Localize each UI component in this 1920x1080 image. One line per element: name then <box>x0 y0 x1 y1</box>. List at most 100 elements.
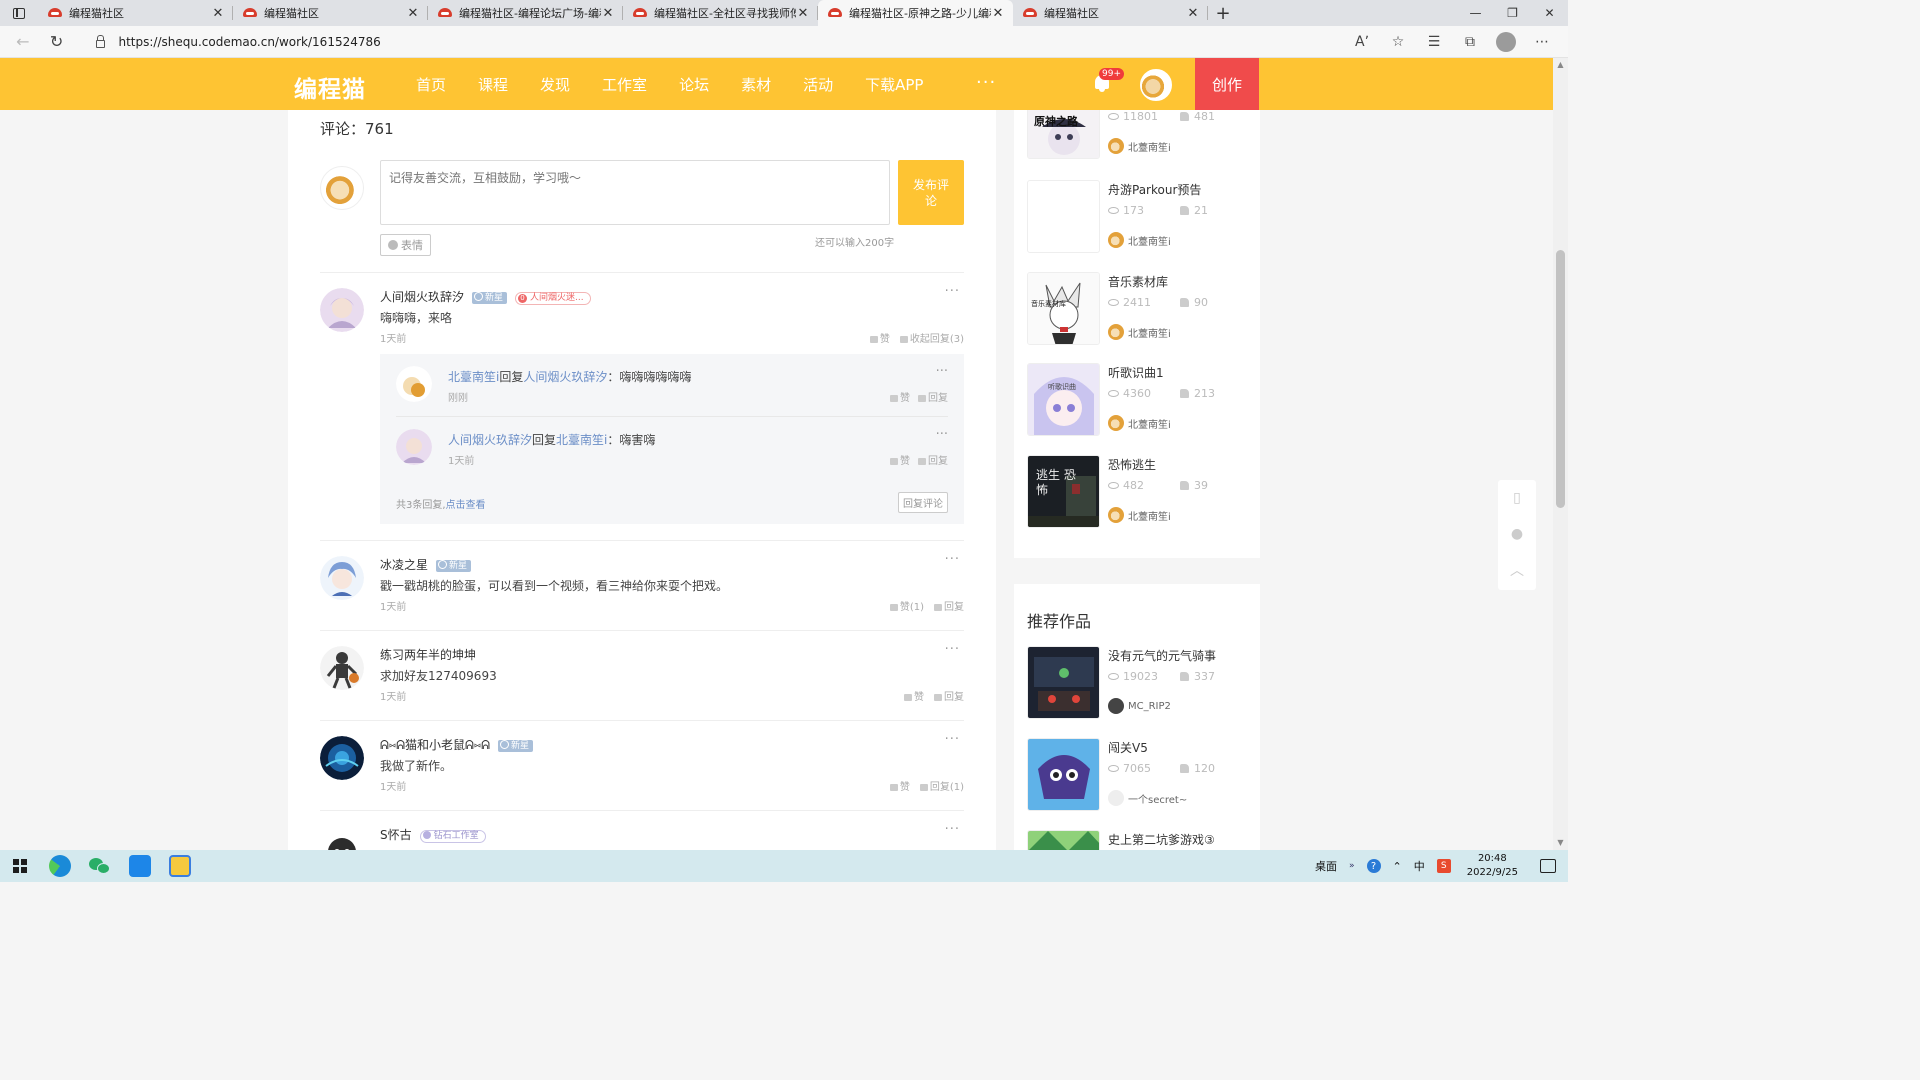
minimize-icon[interactable]: — <box>1457 0 1494 26</box>
work-author[interactable]: 一个secret~ <box>1108 790 1187 806</box>
edge-taskbar-icon[interactable] <box>40 850 80 882</box>
close-tab-icon[interactable]: ✕ <box>406 6 420 21</box>
reply-button[interactable]: 回复 <box>918 452 948 467</box>
close-tab-icon[interactable]: ✕ <box>1186 6 1200 21</box>
restore-icon[interactable]: ❐ <box>1494 0 1531 26</box>
browser-tab[interactable]: 编程猫社区 ✕ <box>38 0 233 26</box>
more-options-icon[interactable]: ··· <box>945 642 960 657</box>
work-title[interactable]: 音乐素材库 <box>1108 273 1168 290</box>
nav-events[interactable]: 活动 <box>803 74 833 95</box>
tab-actions-menu[interactable] <box>0 0 38 26</box>
close-tab-icon[interactable]: ✕ <box>601 6 615 21</box>
close-window-icon[interactable]: ✕ <box>1531 0 1568 26</box>
commenter-avatar[interactable] <box>320 646 364 690</box>
wechat-taskbar-icon[interactable] <box>80 850 120 882</box>
reply-button[interactable]: 回复 <box>934 688 964 703</box>
notification-center-icon[interactable] <box>1540 859 1556 873</box>
more-options-icon[interactable]: ··· <box>945 732 960 747</box>
expand-icon[interactable]: » <box>1349 861 1355 871</box>
browser-tab-active[interactable]: 编程猫社区-原神之路-少儿编程 ✕ <box>818 0 1013 26</box>
profile-avatar-icon[interactable] <box>1496 31 1517 52</box>
start-button[interactable] <box>0 850 40 882</box>
like-button[interactable]: 赞 <box>890 452 910 467</box>
close-tab-icon[interactable]: ✕ <box>211 6 225 21</box>
commenter-avatar[interactable] <box>320 826 364 850</box>
scroll-down-icon[interactable]: ▼ <box>1556 838 1565 847</box>
add-favorite-icon[interactable]: ☆ <box>1380 27 1416 57</box>
more-options-icon[interactable]: ··· <box>945 822 960 837</box>
scroll-up-icon[interactable]: ▲ <box>1556 60 1565 69</box>
mobile-icon[interactable]: ▯ <box>1498 480 1536 516</box>
url-field[interactable]: https://shequ.codemao.cn/work/161524786 <box>84 29 1345 55</box>
reply-to-user[interactable]: 北薹南笙i <box>556 433 607 447</box>
commenter-name[interactable]: 人间烟火玖辞汐 <box>380 290 464 304</box>
tray-chevron-icon[interactable]: ⌃ <box>1393 860 1402 873</box>
reply-button[interactable]: 回复 <box>918 389 948 404</box>
app-taskbar-icon[interactable] <box>120 850 160 882</box>
work-card[interactable]: 没有元气的元气骑事 19023 337 MC_RIP2 <box>1027 646 1257 720</box>
like-button[interactable]: 赞 <box>890 778 910 793</box>
close-tab-icon[interactable]: ✕ <box>991 6 1005 21</box>
work-title[interactable]: 舟游Parkour预告 <box>1108 181 1201 198</box>
work-author[interactable]: 北薹南笙i <box>1108 507 1171 523</box>
commenter-name[interactable]: S怀古 <box>380 828 412 842</box>
more-options-icon[interactable]: ··· <box>936 427 948 442</box>
close-tab-icon[interactable]: ✕ <box>796 6 810 21</box>
nav-more-icon[interactable]: ··· <box>976 72 996 93</box>
work-thumbnail[interactable] <box>1027 738 1100 811</box>
read-aloud-icon[interactable]: Aʼ <box>1344 27 1380 57</box>
work-author[interactable]: MC_RIP2 <box>1108 698 1171 714</box>
work-title[interactable]: 没有元气的元气骑事 <box>1108 647 1216 664</box>
desktop-label[interactable]: 桌面 <box>1315 858 1337 874</box>
work-card[interactable]: 舟游Parkour预告 173 21 北薹南笙i <box>1027 180 1257 254</box>
post-comment-button[interactable]: 发布评论 <box>898 160 964 225</box>
work-thumbnail[interactable]: 原神之路 <box>1027 110 1100 159</box>
refresh-icon[interactable]: ↻ <box>40 26 74 58</box>
work-thumbnail[interactable]: 逃生 恐怖 <box>1027 455 1100 528</box>
site-logo[interactable]: 编程猫 <box>294 70 366 104</box>
like-button[interactable]: 赞 <box>904 688 924 703</box>
work-title[interactable]: 闯关V5 <box>1108 739 1148 756</box>
work-title[interactable]: 史上第二坑爹游戏③ <box>1108 831 1215 848</box>
scroll-thumb[interactable] <box>1556 250 1565 508</box>
browser-tab[interactable]: 编程猫社区 ✕ <box>1013 0 1208 26</box>
reply-avatar[interactable] <box>396 366 432 402</box>
work-author[interactable]: 北薹南笙i <box>1108 138 1171 154</box>
browser-tab[interactable]: 编程猫社区 ✕ <box>233 0 428 26</box>
work-thumbnail[interactable]: 听歌识曲 <box>1027 363 1100 436</box>
diamond-studio-badge[interactable]: 钻石工作室 <box>419 830 486 843</box>
collections-icon[interactable]: ⧉ <box>1452 27 1488 57</box>
nav-home[interactable]: 首页 <box>416 74 446 95</box>
work-author[interactable]: 北薹南笙i <box>1108 415 1171 431</box>
work-card[interactable]: 原神之路 11801 481 北薹南笙i <box>1027 110 1257 160</box>
favorites-icon[interactable]: ☰ <box>1416 27 1452 57</box>
nav-forum[interactable]: 论坛 <box>679 74 709 95</box>
feedback-icon[interactable]: ● <box>1498 516 1536 552</box>
help-icon[interactable]: ? <box>1366 859 1381 873</box>
reply-button[interactable]: 回复(1) <box>920 778 964 793</box>
more-options-icon[interactable]: ··· <box>945 284 960 299</box>
new-tab-button[interactable]: + <box>1208 0 1238 26</box>
sogou-icon[interactable]: S <box>1436 859 1451 873</box>
page-scrollbar[interactable]: ▲ ▼ <box>1553 58 1568 850</box>
browser-tab[interactable]: 编程猫社区-编程论坛广场-编程学✕ <box>428 0 623 26</box>
reply-to-user[interactable]: 人间烟火玖辞汐 <box>523 370 607 384</box>
work-card[interactable]: 史上第二坑爹游戏③ <box>1027 830 1257 850</box>
commenter-name[interactable]: 冰凌之星 <box>380 558 428 572</box>
ime-indicator[interactable]: 中 <box>1414 858 1425 874</box>
more-options-icon[interactable]: ··· <box>936 364 948 379</box>
view-all-replies-link[interactable]: 点击查看 <box>446 500 486 511</box>
create-button[interactable]: 创作 <box>1195 58 1259 110</box>
studio-badge[interactable]: 人间烟火迷... <box>515 292 591 305</box>
nav-studio[interactable]: 工作室 <box>602 74 647 95</box>
reply-comment-button[interactable]: 回复评论 <box>898 492 948 513</box>
work-card[interactable]: 逃生 恐怖 恐怖逃生 482 39 北薹南笙i <box>1027 455 1257 529</box>
like-button[interactable]: 赞 <box>870 330 890 345</box>
more-options-icon[interactable]: ··· <box>945 552 960 567</box>
nav-discover[interactable]: 发现 <box>540 74 570 95</box>
like-button[interactable]: 赞(1) <box>890 598 924 613</box>
work-card[interactable]: 听歌识曲 听歌识曲1 4360 213 北薹南笙i <box>1027 363 1257 437</box>
reply-from-user[interactable]: 人间烟火玖辞汐 <box>448 433 532 447</box>
commenter-name[interactable]: ᕱ⑅ᕱ猫和小老鼠ᕱ⑅ᕱ <box>380 738 490 752</box>
emoji-button[interactable]: 表情 <box>380 234 431 256</box>
